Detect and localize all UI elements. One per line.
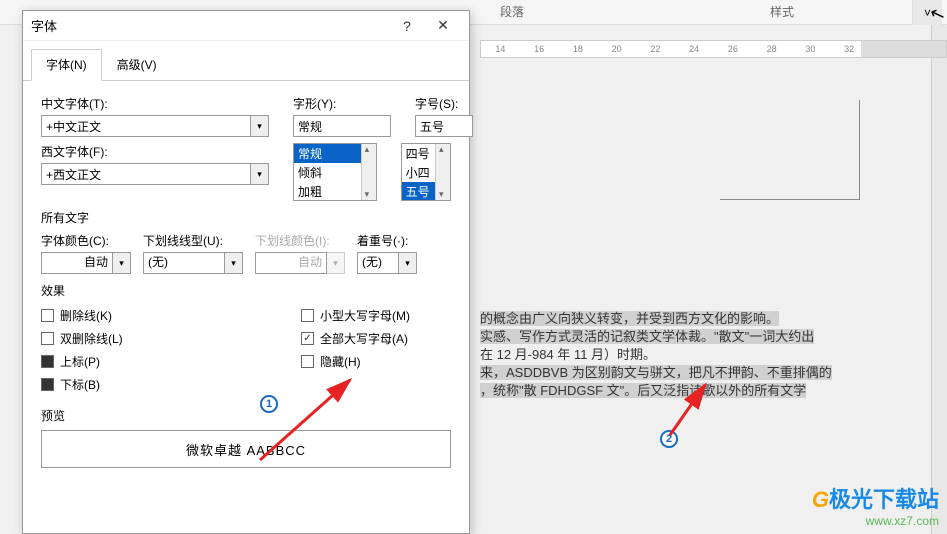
preview-text: 微软卓越 AABBCC [186,440,306,459]
effects-label: 效果 [41,282,451,299]
ribbon-group-styles: 样式 [770,3,794,20]
underline-label: 下划线线型(U): [143,232,243,249]
small-caps-check[interactable]: 小型大写字母(M) [301,307,410,324]
ribbon-group-paragraph: 段落 [500,3,524,20]
cn-font-label: 中文字体(T): [41,95,269,112]
subscript-check[interactable]: 下标(B) [41,376,301,393]
close-button[interactable]: ✕ [425,12,461,40]
style-scroll[interactable] [361,144,376,200]
font-color-label: 字体颜色(C): [41,232,131,249]
cn-font-dropdown[interactable]: ▾ [251,115,269,137]
size-scroll[interactable] [435,144,450,200]
document-text: 的概念由广义向狭义转变，并受到西方文化的影响。 实感、写作方式灵活的记叙类文学体… [480,310,927,400]
underline-color-label: 下划线颜色(I): [255,232,345,249]
font-dialog: 字体 ? ✕ 字体(N) 高级(V) 中文字体(T): ▾ 字形(Y): 字号(… [22,10,470,534]
underline-dropdown[interactable]: ▾ [225,252,243,274]
dbl-strike-check[interactable]: 双删除线(L) [41,330,301,347]
underline-value[interactable]: (无) [143,252,225,274]
emphasis-value[interactable]: (无) [357,252,399,274]
dialog-titlebar[interactable]: 字体 ? ✕ [23,11,469,41]
style-listbox[interactable]: 常规 倾斜 加粗 [293,143,377,201]
callout-1: 1 [260,395,278,413]
dialog-tabs: 字体(N) 高级(V) [23,45,469,81]
size-input[interactable] [415,115,473,137]
en-font-dropdown[interactable]: ▾ [251,163,269,185]
cn-font-input[interactable] [41,115,251,137]
font-color-value[interactable]: 自动 [41,252,113,274]
help-button[interactable]: ? [389,12,425,40]
underline-color-dropdown: ▾ [327,252,345,274]
emphasis-label: 着重号(·): [357,232,417,249]
preview-box: 微软卓越 AABBCC [41,430,451,468]
en-font-input[interactable] [41,163,251,185]
vertical-scrollbar[interactable] [931,25,947,534]
strike-check[interactable]: 删除线(K) [41,307,301,324]
all-caps-check[interactable]: 全部大写字母(A) [301,330,410,347]
tab-advanced[interactable]: 高级(V) [102,49,172,80]
emphasis-dropdown[interactable]: ▾ [399,252,417,274]
text-frame-corner [720,100,860,200]
style-label: 字形(Y): [293,95,391,112]
horizontal-ruler[interactable]: 14 16 18 20 22 24 26 28 30 32 34 36 [480,40,947,58]
font-color-dropdown[interactable]: ▾ [113,252,131,274]
en-font-label: 西文字体(F): [41,143,269,160]
all-text-label: 所有文字 [41,209,451,226]
size-listbox[interactable]: 四号 小四 五号 [401,143,451,201]
ruler-margin [861,41,946,57]
underline-color-value: 自动 [255,252,327,274]
hidden-check[interactable]: 隐藏(H) [301,353,410,370]
callout-2: 2 [660,430,678,448]
watermark: G极光下载站 www.xz7.com [812,482,939,528]
style-input[interactable] [293,115,391,137]
dialog-title: 字体 [31,16,389,35]
size-label: 字号(S): [415,95,473,112]
preview-label: 预览 [41,407,451,424]
tab-font[interactable]: 字体(N) [31,49,102,81]
superscript-check[interactable]: 上标(P) [41,353,301,370]
